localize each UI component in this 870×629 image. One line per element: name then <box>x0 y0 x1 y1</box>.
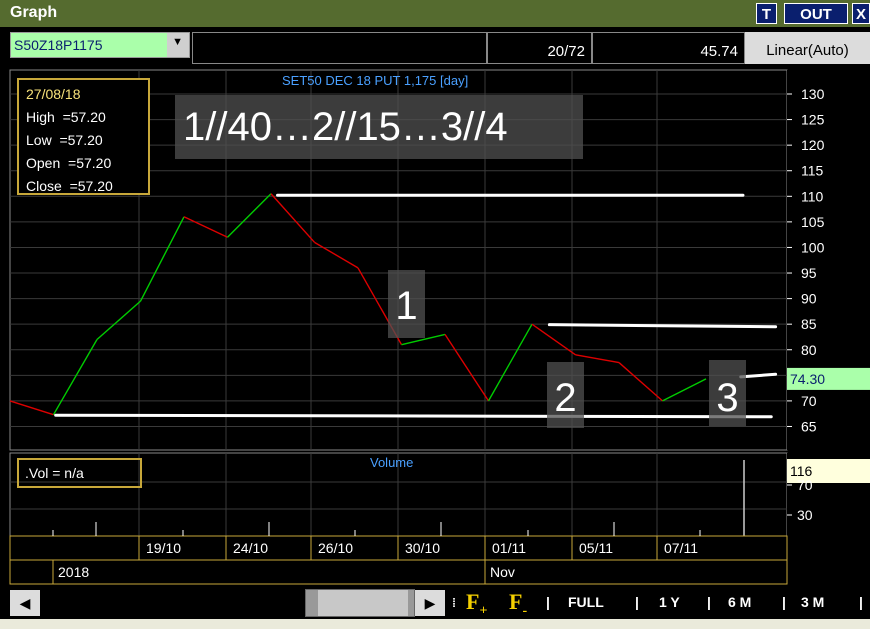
chart-title: SET50 DEC 18 PUT 1,175 [day] <box>282 73 469 88</box>
x-tick-label: 07/11 <box>664 540 698 556</box>
x-tick-label: 05/11 <box>579 540 613 556</box>
arrow-right-icon: ▶ <box>424 595 436 611</box>
info-close: Close =57.20 <box>26 178 113 194</box>
sep: | <box>859 594 863 610</box>
y-tick-label: 105 <box>801 214 825 230</box>
y-tick-label: 65 <box>801 418 817 434</box>
y-tick-label: 85 <box>801 316 817 332</box>
y-tick-label: 125 <box>801 112 825 128</box>
dots-icon: ⁞ <box>452 596 456 610</box>
x-tick-label: 24/10 <box>233 540 268 556</box>
x-tick-label: 19/10 <box>146 540 181 556</box>
range-6m-button[interactable]: 6 M <box>728 594 751 610</box>
x-year-label: 2018 <box>58 564 89 580</box>
blank-field <box>192 32 487 64</box>
text-mode-button[interactable]: T <box>756 3 777 24</box>
x-axis-year-band <box>9 559 788 585</box>
sep: | <box>782 594 786 610</box>
y-tick-label: 95 <box>801 265 817 281</box>
close-button[interactable]: X <box>852 3 870 24</box>
trendline <box>547 323 778 329</box>
y-tick-label: 100 <box>801 239 825 255</box>
zoom-in-button[interactable]: F+ <box>466 589 487 619</box>
y-tick-label: 80 <box>801 342 817 358</box>
count-field: 20/72 <box>487 32 592 64</box>
y-tick-label: 90 <box>801 291 817 307</box>
range-3m-button[interactable]: 3 M <box>801 594 824 610</box>
window-title: Graph <box>10 4 58 21</box>
arrow-left-icon: ◀ <box>19 595 31 611</box>
y-tick-label: 130 <box>801 86 825 102</box>
info-low: Low =57.20 <box>26 132 103 148</box>
annotation-label-3: 3 <box>709 360 746 426</box>
scale-button[interactable]: Linear(Auto) <box>745 32 870 64</box>
volume-title: Volume <box>370 455 414 470</box>
range-1y-button[interactable]: 1 Y <box>659 594 680 610</box>
range-strip: ⁞ F+ F- | FULL | 1 Y | 6 M | 3 M | <box>449 589 870 619</box>
scroll-right-button[interactable]: ▶ <box>415 590 445 616</box>
annotation-label-2: 2 <box>547 362 584 428</box>
vol-tick-label: 30 <box>797 507 813 523</box>
status-strip <box>0 619 870 629</box>
range-full-button[interactable]: FULL <box>568 594 604 610</box>
trendline <box>54 413 773 419</box>
x-month-label: Nov <box>490 564 515 580</box>
zoom-out-button[interactable]: F- <box>509 589 527 619</box>
sep: | <box>635 594 639 610</box>
info-date: 27/08/18 <box>26 86 81 102</box>
y-tick-label: 120 <box>801 137 825 153</box>
x-tick-label: 26/10 <box>318 540 353 556</box>
scroll-left-button[interactable]: ◀ <box>10 590 40 616</box>
sep: | <box>546 594 550 610</box>
y-tick-label: 70 <box>801 393 817 409</box>
volume-info-box: .Vol = n/a <box>17 458 142 488</box>
sep: | <box>707 594 711 610</box>
x-tick-label: 30/10 <box>405 540 440 556</box>
price-axis-area <box>787 70 870 450</box>
out-button[interactable]: OUT <box>784 3 848 24</box>
y-tick-label: 115 <box>801 163 824 179</box>
value-field: 45.74 <box>592 32 745 64</box>
window-titlebar: Graph T OUT X <box>0 0 870 27</box>
scroll-thumb[interactable] <box>318 590 408 616</box>
x-tick-label: 01/11 <box>492 540 526 556</box>
symbol-value: S50Z18P1175 <box>11 33 167 57</box>
info-high: High =57.20 <box>26 109 106 125</box>
annotation-label-1: 1 <box>388 270 425 338</box>
info-open: Open =57.20 <box>26 155 112 171</box>
ohlc-info-box: 27/08/18 High =57.20 Low =57.20 Open =57… <box>17 78 150 195</box>
annotation-header: 1//40…2//15…3//4 <box>175 95 583 159</box>
symbol-select[interactable]: S50Z18P1175 ▼ <box>10 32 190 58</box>
y-tick-label: 110 <box>801 188 824 204</box>
vol-tick-label: 70 <box>797 477 813 493</box>
last-price-label: 74.30 <box>790 371 825 387</box>
chevron-down-icon[interactable]: ▼ <box>172 36 183 48</box>
